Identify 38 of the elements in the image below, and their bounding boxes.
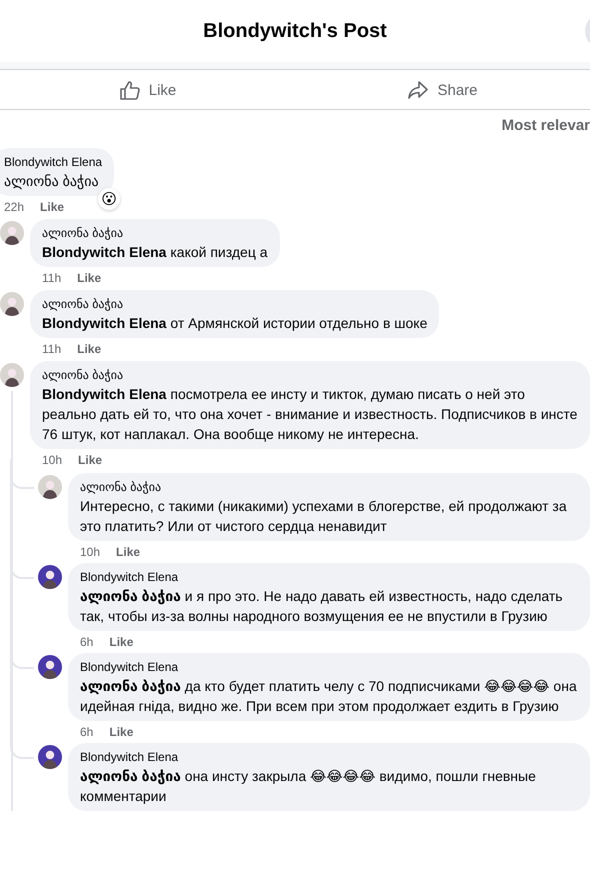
comment-author[interactable]: ალიონა ბაჭია <box>42 367 578 384</box>
comment-time[interactable]: 11h <box>42 341 62 357</box>
comment-author[interactable]: Blondywitch Elena <box>80 749 578 766</box>
comment-text: ალიონა ბაჭია <box>4 172 100 191</box>
comment-time[interactable]: 6h <box>80 634 94 650</box>
like-link[interactable]: Like <box>78 452 102 468</box>
share-button[interactable]: Share <box>295 71 590 109</box>
window-title: Blondywitch's Post <box>202 19 388 44</box>
comment-text: Blondywitch Elena от Армянской истории отдельно в шоке <box>42 314 428 333</box>
comment-author[interactable]: ალიონა ბაჭია <box>42 296 428 313</box>
like-link[interactable]: Like <box>77 270 102 286</box>
comment-text: ალიონა ბაჭია она инсту закрыла 😂😂😂😂 видимо, пошли гневные комментарии <box>80 767 537 806</box>
comment-author[interactable]: Blondywitch Elena <box>80 659 578 676</box>
comment-text: Интересно, с такими (никакими) успехами в блогерстве, ей продолжают за это платить? Или от чистого сердца ненавидит <box>80 497 568 536</box>
comment-time[interactable]: 10h <box>42 452 62 468</box>
comment-text: ალიონა ბაჭია да кто будет платить челу с 70 подписчиками 😂😂😂😂 она идейная гніда, видно же. При всем при этом продолжает ездить в Грузию <box>80 677 578 716</box>
like-link[interactable]: Like <box>77 341 102 357</box>
comment-text: ალიონა ბაჭია и я про это. Не надо давать ей известность, надо сделать так, чтобы из-за волны народного возмущения ее не впустили в Грузию <box>80 587 564 626</box>
comment-author[interactable]: Blondywitch Elena <box>4 154 102 171</box>
sort-dropdown[interactable]: Most relevar <box>502 116 590 134</box>
like-button[interactable]: Like <box>0 71 295 109</box>
comment-author[interactable]: ალიონა ბაჭია <box>80 479 578 496</box>
comment-text: Blondywitch Elena посмотрела ее инсту и тикток, думаю писать о ней это реально дать ей то, что она хочет - внимание и известность. Подписчиков в инсте 76 штук, кот наплакал. Она вообще никому не интересна. <box>42 385 578 444</box>
comment-time[interactable]: 10h <box>80 544 100 560</box>
comment-time[interactable]: 11h <box>42 270 62 286</box>
comment-author[interactable]: Blondywitch Elena <box>80 569 578 586</box>
like-link[interactable]: Like <box>109 724 134 740</box>
share-arrow-icon <box>407 79 430 101</box>
thumbs-up-icon <box>118 79 141 101</box>
like-link[interactable]: Like <box>40 199 64 215</box>
like-link[interactable]: Like <box>116 544 140 560</box>
thread-connector <box>10 459 34 489</box>
comment-author[interactable]: ალიონა ბაჭია <box>42 225 268 242</box>
like-link[interactable]: Like <box>109 634 134 650</box>
comment-time[interactable]: 6h <box>80 724 94 740</box>
reaction-badge[interactable]: 😮 <box>98 188 120 210</box>
comment-time[interactable]: 22h <box>4 199 24 215</box>
comment-text: Blondywitch Elena какой пиздец а <box>42 243 268 262</box>
